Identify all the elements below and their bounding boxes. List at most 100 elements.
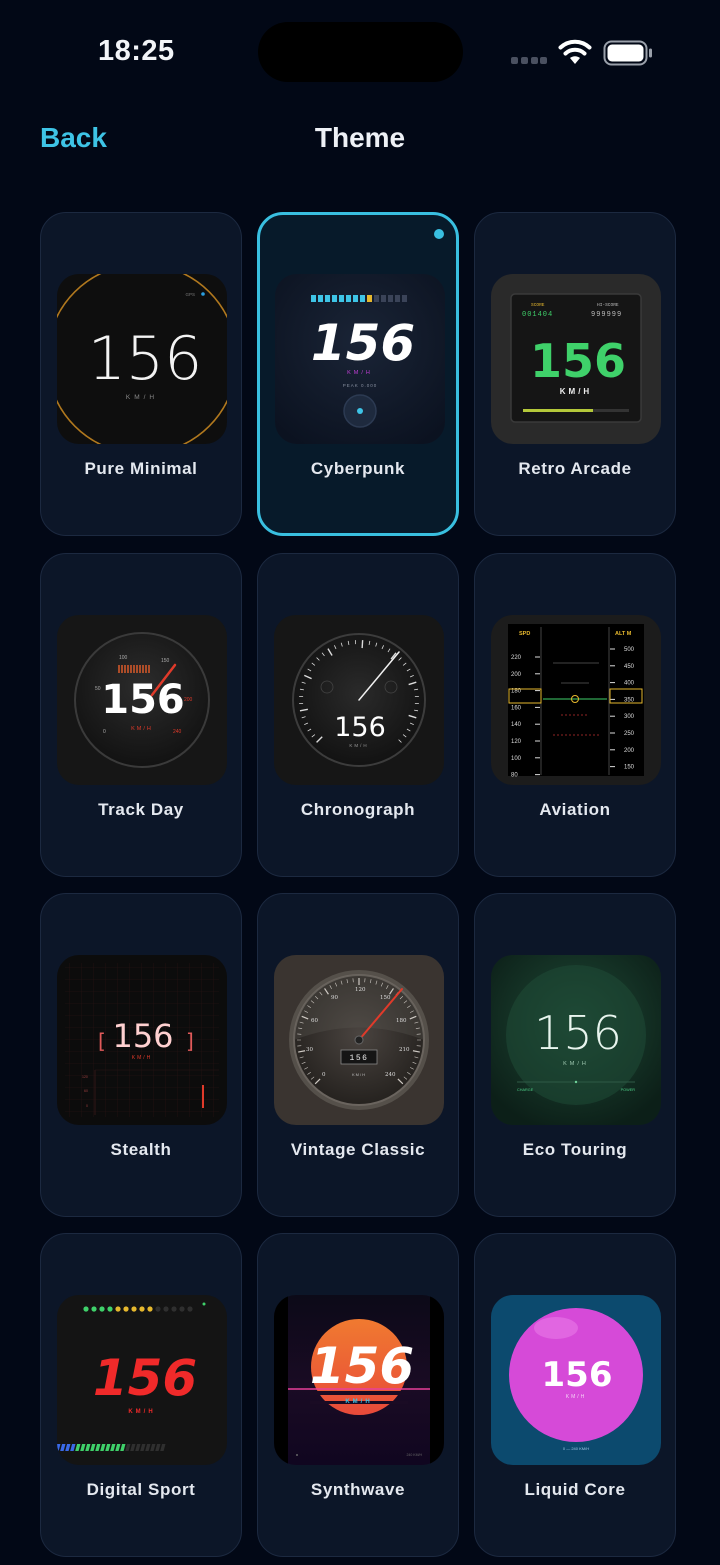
status-bar: 18:25 (0, 0, 720, 100)
speed-tick-label: 80 (511, 773, 518, 779)
svg-text:]: ] (186, 1029, 194, 1053)
theme-card-vintage-classic[interactable]: 90 120 150 60 180 30 210 0 240 156 KM/H … (257, 893, 459, 1217)
tick-label: 120 (355, 987, 366, 993)
theme-card-digital-sport[interactable]: 156 KM/H Digital Sport (40, 1233, 242, 1557)
led-dot (187, 1306, 193, 1312)
selected-indicator (434, 229, 444, 239)
theme-preview-retro-arcade: SCORE 001404 HI-SCORE 999999 156 KM/H (491, 274, 661, 444)
speed-value: 156 (311, 314, 415, 372)
tick-label: 100 (119, 655, 128, 661)
led-dot (139, 1306, 145, 1312)
unit-label: KM/H (352, 1072, 366, 1077)
theme-preview-chronograph: 156 KM/H (274, 615, 444, 785)
speed-value: 156 (530, 334, 626, 388)
theme-card-cyberpunk[interactable]: 156 KM/H PEAK 0.000 Cyberpunk (257, 212, 459, 536)
power-label: POWER (621, 1088, 636, 1092)
speed-tick-label: 200 (511, 672, 522, 678)
navigation-bar: Back Theme (0, 110, 720, 170)
theme-preview-cyberpunk: 156 KM/H PEAK 0.000 (275, 274, 445, 444)
scale-label: 120 (82, 1075, 88, 1079)
theme-card-chronograph[interactable]: 156 KM/H Chronograph (257, 553, 459, 877)
led-dot (171, 1306, 177, 1312)
theme-card-pure-minimal[interactable]: GPS 156 KM/H Pure Minimal (40, 212, 242, 536)
speed-value: 156 (93, 1349, 197, 1407)
score-value: 001404 (522, 311, 553, 319)
tick-label: 180 (396, 1018, 407, 1024)
tick-label: 150 (161, 658, 170, 664)
theme-label: Aviation (539, 800, 611, 819)
theme-label: Liquid Core (524, 1480, 626, 1499)
theme-preview-digital-sport: 156 KM/H (57, 1295, 227, 1465)
altitude-tick-label: 200 (624, 748, 635, 754)
page-title: Theme (314, 122, 406, 153)
altitude-tick-label: 150 (624, 765, 635, 771)
scale-label: 0 (86, 1104, 88, 1108)
theme-preview-pure-minimal: GPS 156 KM/H (57, 274, 227, 444)
altitude-tick-label: 450 (624, 664, 635, 670)
theme-label: Vintage Classic (290, 1140, 426, 1159)
mode-label: GPS (185, 292, 195, 297)
tick-label: 240 (385, 1072, 396, 1078)
theme-card-track-day[interactable]: 50 100 150 200 240 0 156 KM/H Track Day (40, 553, 242, 877)
unit-label: KM/H (349, 743, 368, 748)
theme-preview-stealth: [ ] 156 KM/H 120 60 0 (57, 955, 227, 1125)
alt-label: ALT M (615, 631, 632, 637)
led-dot (83, 1306, 89, 1312)
led-dot (115, 1306, 121, 1312)
theme-preview-aviation: SPD ALT M 220 200 180 160 140 120 100 80 500 450… (491, 615, 661, 785)
theme-label: Eco Touring (522, 1140, 628, 1159)
progress-fill (523, 409, 593, 412)
theme-label: Cyberpunk (310, 459, 406, 478)
cellular-signal-icon (511, 57, 547, 65)
theme-card-retro-arcade[interactable]: SCORE 001404 HI-SCORE 999999 156 KM/H Re… (474, 212, 676, 536)
speed-tick-label: 120 (511, 739, 522, 745)
score-label: SCORE (531, 302, 545, 308)
led-dot (131, 1306, 137, 1312)
led-dot (155, 1306, 161, 1312)
tick-label: 0 (103, 729, 106, 735)
theme-card-stealth[interactable]: [ ] 156 KM/H 120 60 0 Stealth (40, 893, 242, 1217)
theme-card-eco-touring[interactable]: 156 KM/H CHARGE POWER Eco Touring (474, 893, 676, 1217)
unit-label: KM/H (128, 1409, 155, 1415)
theme-card-synthwave[interactable]: 156 KM/H 240 KM/H Synthwave (257, 1233, 459, 1557)
theme-preview-synthwave: 156 KM/H 240 KM/H (274, 1295, 444, 1465)
theme-preview-vintage-classic: 90 120 150 60 180 30 210 0 240 156 KM/H (274, 955, 444, 1125)
led-dot (179, 1306, 185, 1312)
tick-label: 0 (322, 1072, 326, 1078)
charge-label: CHARGE (517, 1088, 534, 1092)
speed-tick-label: 100 (511, 756, 522, 762)
altitude-tick-label: 500 (624, 647, 635, 653)
theme-label: Track Day (98, 800, 184, 819)
led-dot (99, 1306, 105, 1312)
unit-label: KM/H (126, 394, 158, 401)
speed-value: 156 (112, 1017, 173, 1055)
unit-label: KM/H (345, 1399, 372, 1405)
dynamic-island (258, 22, 463, 82)
theme-preview-track-day: 50 100 150 200 240 0 156 KM/H (57, 615, 227, 785)
altitude-tick-label: 300 (624, 714, 635, 720)
svg-text:[: [ (98, 1029, 106, 1053)
speed-value: 156 (310, 1337, 414, 1395)
tick-label: 60 (311, 1018, 318, 1024)
tick-label: 90 (331, 995, 338, 1001)
led-dot (147, 1306, 153, 1312)
tick-label: 240 (173, 729, 182, 735)
hiscore-label: HI-SCORE (597, 302, 619, 308)
led-dot (107, 1306, 113, 1312)
theme-label: Stealth (110, 1140, 172, 1159)
speed-value: 156 (334, 712, 386, 743)
speed-value: 156 (350, 1054, 369, 1063)
unit-label: KM/H (566, 1394, 587, 1400)
speed-tick-label: 220 (511, 655, 522, 661)
speed-value: 156 (534, 1006, 622, 1060)
theme-card-aviation[interactable]: SPD ALT M 220 200 180 160 140 120 100 80 500 450… (474, 553, 676, 877)
speed-value: 156 (101, 677, 185, 723)
unit-label: KM/H (563, 1061, 589, 1067)
unit-label: KM/H (131, 726, 153, 732)
tick-label: 200 (184, 697, 193, 703)
theme-preview-eco-touring: 156 KM/H CHARGE POWER (491, 955, 661, 1125)
scale-label: 60 (84, 1089, 88, 1093)
theme-label: Retro Arcade (518, 459, 632, 478)
battery-icon (603, 40, 652, 66)
theme-card-liquid-core[interactable]: 156 KM/H 0 — 240 KM/H Liquid Core (474, 1233, 676, 1557)
